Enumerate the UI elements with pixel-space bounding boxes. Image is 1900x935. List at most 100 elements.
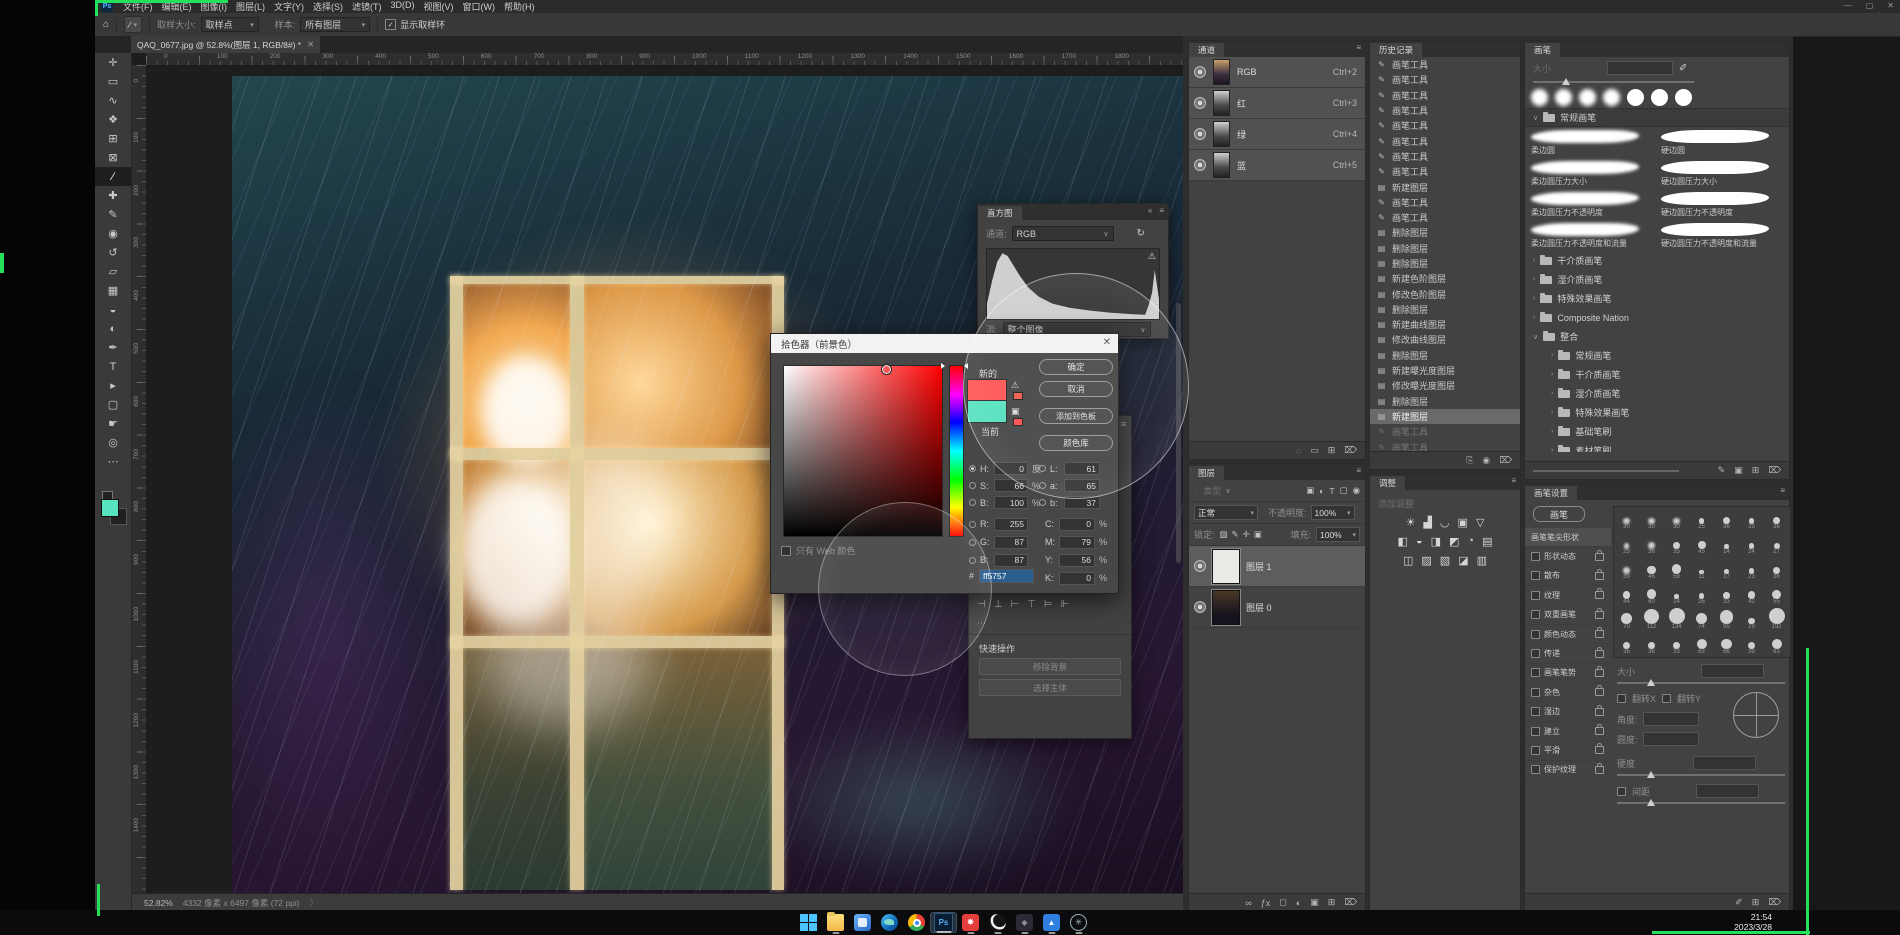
radio-button[interactable] [969,482,976,489]
brush-tip[interactable]: 112 [1639,607,1664,631]
brushes-button[interactable]: 画笔 [1533,506,1585,522]
history-item[interactable]: ✎ 画笔工具 [1370,424,1520,439]
brush-tip[interactable]: 17 [1714,557,1739,581]
panel-menu-icon[interactable]: ≡ [1356,43,1361,52]
tool-button[interactable]: ∕ [95,167,131,186]
hue-slider[interactable] [949,365,964,537]
window-control-icon[interactable]: — [1844,1,1852,10]
visibility-eye-icon[interactable] [1194,128,1206,140]
taskbar-app-icon[interactable] [854,914,871,931]
option-checkbox[interactable] [1531,552,1540,561]
size-slider[interactable] [1617,682,1785,684]
filter-icon[interactable]: ◐ [1319,486,1324,496]
taskbar-app-icon[interactable] [1016,914,1033,931]
hardness-slider[interactable] [1617,774,1785,776]
history-item[interactable]: ✎ 画笔工具 [1370,57,1520,72]
brush-tip[interactable]: 60 [1639,582,1664,606]
taskbar-app-icon[interactable] [908,914,925,931]
taskbar-app-icon[interactable]: Ps [934,913,953,932]
value-field[interactable]: 0 [1059,518,1095,531]
refresh-icon[interactable]: ↻ [1137,228,1145,239]
spacing-slider[interactable] [1617,802,1785,804]
adjustment-icon[interactable]: ☀ [1406,516,1416,529]
value-field[interactable]: 0 [994,462,1028,475]
panel-action-icon[interactable]: ⌦ [1344,445,1357,456]
panel-action-icon[interactable]: ƒx [1261,898,1271,908]
brush-tip[interactable]: 14 [1714,532,1739,556]
adjustment-icon[interactable]: ◨ [1431,535,1441,548]
menu-item[interactable]: 选择(S) [313,0,343,13]
panel-menu-icon[interactable]: ≡ [1780,486,1785,495]
brush-option-row[interactable]: 纹理 [1525,586,1611,605]
brush-preset[interactable] [1579,89,1596,106]
brush-item[interactable]: 硬边圆压力大小 [1655,158,1785,189]
brush-subfolder[interactable]: › 素材笔刷 [1525,441,1789,452]
tool-button[interactable]: ◒ [95,300,131,319]
history-item[interactable]: ▤ 删除图层 [1370,256,1520,271]
taskbar-slot[interactable]: Ps [930,912,957,933]
align-icon[interactable]: ⊣ [977,599,986,610]
spacing-checkbox[interactable] [1617,787,1626,796]
option-checkbox[interactable] [1531,610,1540,619]
value-field[interactable]: 61 [1064,462,1100,475]
value-field[interactable]: 100 [994,496,1028,509]
collapse-icon[interactable]: « [1148,206,1152,215]
panel-action-icon[interactable]: ◐ [1296,898,1301,908]
brush-option-row[interactable]: 形状动态 [1525,547,1611,566]
panel-action-icon[interactable]: ⊞ [1328,897,1336,908]
home-icon[interactable]: ⌂ [103,19,109,30]
taskbar-app-icon[interactable] [881,914,898,931]
flip-y-checkbox[interactable] [1662,694,1671,703]
menu-item[interactable]: 视图(V) [424,0,454,13]
tab-adjustments[interactable]: 调整 [1370,476,1405,490]
brush-preset[interactable] [1675,89,1692,106]
size-field[interactable] [1701,664,1764,678]
taskbar-slot[interactable] [1038,912,1065,933]
filter-icon[interactable]: ▢ [1340,485,1348,496]
brush-option-row[interactable]: 保护纹理 [1525,761,1611,780]
tool-button[interactable]: ∿ [95,91,131,110]
radio-button[interactable] [1039,499,1046,506]
brush-tip[interactable]: 45 [1689,532,1714,556]
lock-icon[interactable] [1595,591,1604,599]
chevron-down-icon[interactable]: ∨ [1533,114,1538,122]
history-item[interactable]: ▤ 新建图层 [1370,409,1520,424]
cancel-button[interactable]: 取消 [1039,381,1113,397]
histogram-channel-dropdown[interactable]: RGB ∨ [1012,226,1114,241]
tool-button[interactable]: ▸ [95,376,131,395]
gamut-warning-icon[interactable]: ⚠ [1011,380,1019,391]
warning-icon[interactable]: ⚠ [1148,251,1156,262]
history-item[interactable]: ✎ 画笔工具 [1370,195,1520,210]
tool-button[interactable]: ❖ [95,110,131,129]
history-item[interactable]: ✎ 画笔工具 [1370,118,1520,133]
lock-icon[interactable] [1595,766,1604,774]
layer-row[interactable]: 图层 1 [1189,546,1365,587]
roundness-field[interactable] [1643,732,1699,746]
scroll-slider[interactable] [1533,470,1679,472]
brush-tip[interactable]: 23 [1739,557,1764,581]
close-icon[interactable]: ✕ [307,39,314,50]
adjustment-icon[interactable]: ▨ [1421,554,1431,567]
tool-button[interactable]: ⋯ [95,452,131,471]
brush-tip[interactable]: 27 [1764,532,1789,556]
adjustment-icon[interactable]: ▤ [1482,535,1492,548]
brush-tip[interactable]: 36 [1764,557,1789,581]
angle-widget[interactable] [1733,692,1779,738]
canvas-scrollbar[interactable] [1176,303,1181,563]
visibility-eye-icon[interactable] [1194,66,1206,78]
panel-action-icon[interactable]: ∞ [1245,898,1251,908]
filter-icon[interactable]: T [1329,486,1334,496]
brush-option-row[interactable]: 建立 [1525,722,1611,741]
value-field[interactable]: 255 [994,518,1028,531]
history-item[interactable]: ▤ 修改曲线图层 [1370,332,1520,347]
option-checkbox[interactable] [1531,630,1540,639]
brush-tip[interactable]: 70 [1614,607,1639,631]
value-field[interactable]: 37 [1064,496,1100,509]
radio-button[interactable] [969,499,976,506]
adjustment-icon[interactable]: ▥ [1477,554,1487,567]
lock-icon[interactable]: ✛ [1243,529,1250,540]
brush-option-row[interactable]: 杂色 [1525,683,1611,702]
panel-action-icon[interactable]: ⌦ [1768,897,1781,908]
brush-tip[interactable]: 26 [1689,582,1714,606]
brush-tip[interactable]: 36 [1764,507,1789,531]
